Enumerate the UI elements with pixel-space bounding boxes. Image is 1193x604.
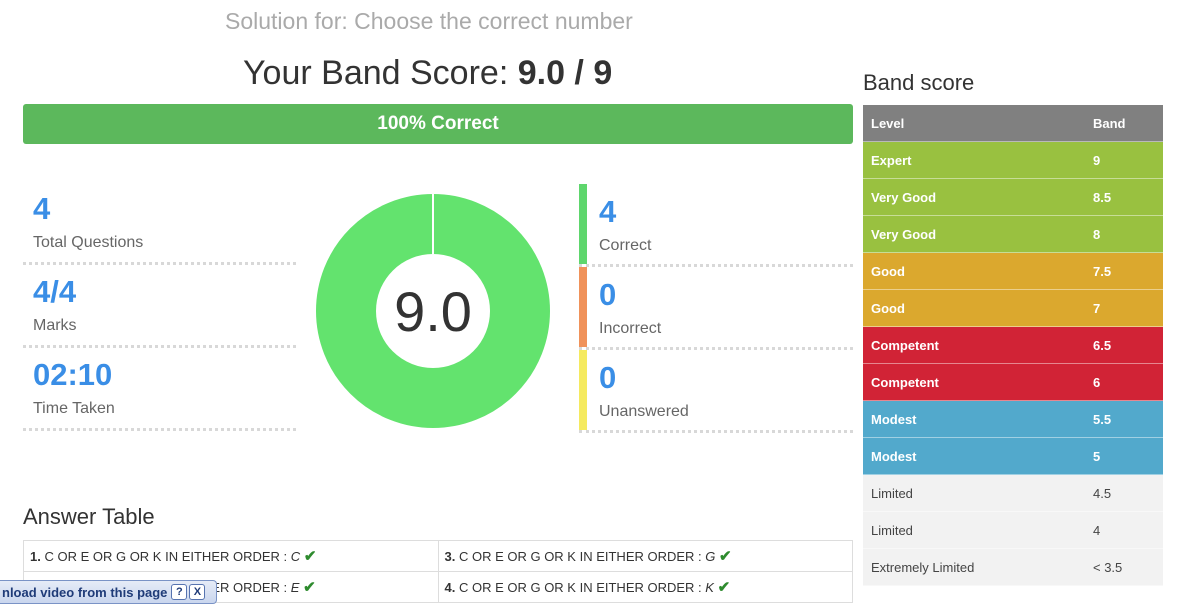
correct-color-bar [579, 184, 587, 264]
table-row: Extremely Limited < 3.5 [863, 548, 1163, 586]
table-row: Modest 5.5 [863, 400, 1163, 438]
band-level: Good [863, 252, 1085, 290]
stat-value: 02:10 [33, 357, 113, 392]
table-row: Limited 4 [863, 511, 1163, 549]
band-level: Limited [863, 511, 1085, 549]
band-value: 8.5 [1085, 178, 1163, 216]
band-value: 6 [1085, 363, 1163, 401]
band-value: 7.5 [1085, 252, 1163, 290]
checkmark-icon: ✔ [719, 548, 732, 565]
unanswered-color-bar [579, 350, 587, 430]
stat-label: Correct [599, 237, 652, 254]
stat-label: Time Taken [33, 400, 115, 417]
table-row: Good 7 [863, 289, 1163, 327]
band-value: 4.5 [1085, 474, 1163, 512]
band-value: 6.5 [1085, 326, 1163, 364]
header-level: Level [863, 105, 1085, 142]
answer-value: E [290, 580, 300, 595]
close-icon[interactable]: X [189, 584, 206, 600]
stat-marks: 4/4 Marks [23, 264, 296, 348]
band-score-prefix: Your Band Score: [243, 54, 518, 92]
band-score-table-title: Band score [863, 70, 975, 95]
band-level: Limited [863, 474, 1085, 512]
table-row: Good 7.5 [863, 252, 1163, 290]
band-value: 5.5 [1085, 400, 1163, 438]
checkmark-icon: ✔ [303, 548, 317, 565]
stat-correct: 4 Correct [579, 184, 853, 267]
checkmark-icon: ✔ [717, 579, 731, 596]
table-row: Very Good 8.5 [863, 178, 1163, 216]
band-score-table: Level Band Expert 9 Very Good 8.5 Very Good 8… [863, 105, 1163, 586]
table-header-row: Level Band [863, 105, 1163, 142]
answer-cell: 4. C OR E OR G OR K IN EITHER ORDER : K … [437, 571, 853, 603]
answer-value: K [705, 580, 714, 595]
stat-time-taken: 02:10 Time Taken [23, 347, 296, 431]
answer-table-title: Answer Table [23, 504, 155, 529]
incorrect-color-bar [579, 267, 587, 347]
band-value: 5 [1085, 437, 1163, 475]
answer-cell: 1. C OR E OR G OR K IN EITHER ORDER : C … [23, 540, 439, 572]
band-level: Modest [863, 400, 1085, 438]
band-value: 9 [1085, 141, 1163, 179]
band-level: Competent [863, 326, 1085, 364]
table-row: Competent 6 [863, 363, 1163, 401]
band-score-heading: Your Band Score: 9.0 / 9 [243, 54, 612, 93]
header-band: Band [1085, 105, 1163, 142]
band-level: Very Good [863, 215, 1085, 253]
table-row: 1. C OR E OR G OR K IN EITHER ORDER : C … [23, 540, 853, 572]
stat-total-questions: 4 Total Questions [23, 181, 296, 265]
download-video-link[interactable]: nload video from this page [0, 585, 167, 600]
stat-label: Incorrect [599, 320, 662, 337]
stat-value: 4 [599, 194, 617, 229]
stat-value: 4/4 [33, 274, 77, 309]
band-level: Modest [863, 437, 1085, 475]
answer-value: C [290, 549, 301, 564]
stat-value: 4 [33, 191, 51, 226]
help-icon[interactable]: ? [171, 584, 188, 600]
band-score-value: 9.0 / 9 [517, 54, 613, 92]
download-video-bar[interactable]: nload video from this page ? X [0, 580, 217, 604]
stat-incorrect: 0 Incorrect [579, 267, 853, 350]
stat-label: Unanswered [599, 403, 689, 420]
table-row: Very Good 8 [863, 215, 1163, 253]
progress-label: 100% Correct [377, 113, 499, 134]
page-subtitle: Solution for: Choose the correct number [225, 8, 633, 34]
band-value: < 3.5 [1085, 548, 1163, 586]
donut-center-score: 9.0 [394, 279, 472, 343]
stat-label: Total Questions [33, 234, 144, 251]
table-row: Modest 5 [863, 437, 1163, 475]
band-level: Very Good [863, 178, 1085, 216]
band-value: 7 [1085, 289, 1163, 327]
table-row: Competent 6.5 [863, 326, 1163, 364]
stat-label: Marks [33, 317, 77, 334]
band-value: 4 [1085, 511, 1163, 549]
answer-value: G [705, 549, 716, 564]
answer-cell: 3. C OR E OR G OR K IN EITHER ORDER : G … [437, 540, 853, 572]
table-row: Limited 4.5 [863, 474, 1163, 512]
band-level: Extremely Limited [863, 548, 1085, 586]
band-level: Good [863, 289, 1085, 327]
checkmark-icon: ✔ [303, 579, 316, 596]
stat-value: 0 [599, 277, 617, 312]
correct-progress-bar: 100% Correct [23, 104, 853, 144]
table-row: Expert 9 [863, 141, 1163, 179]
band-level: Competent [863, 363, 1085, 401]
stat-unanswered: 0 Unanswered [579, 350, 853, 433]
band-value: 8 [1085, 215, 1163, 253]
stat-value: 0 [599, 360, 617, 395]
band-level: Expert [863, 141, 1085, 179]
